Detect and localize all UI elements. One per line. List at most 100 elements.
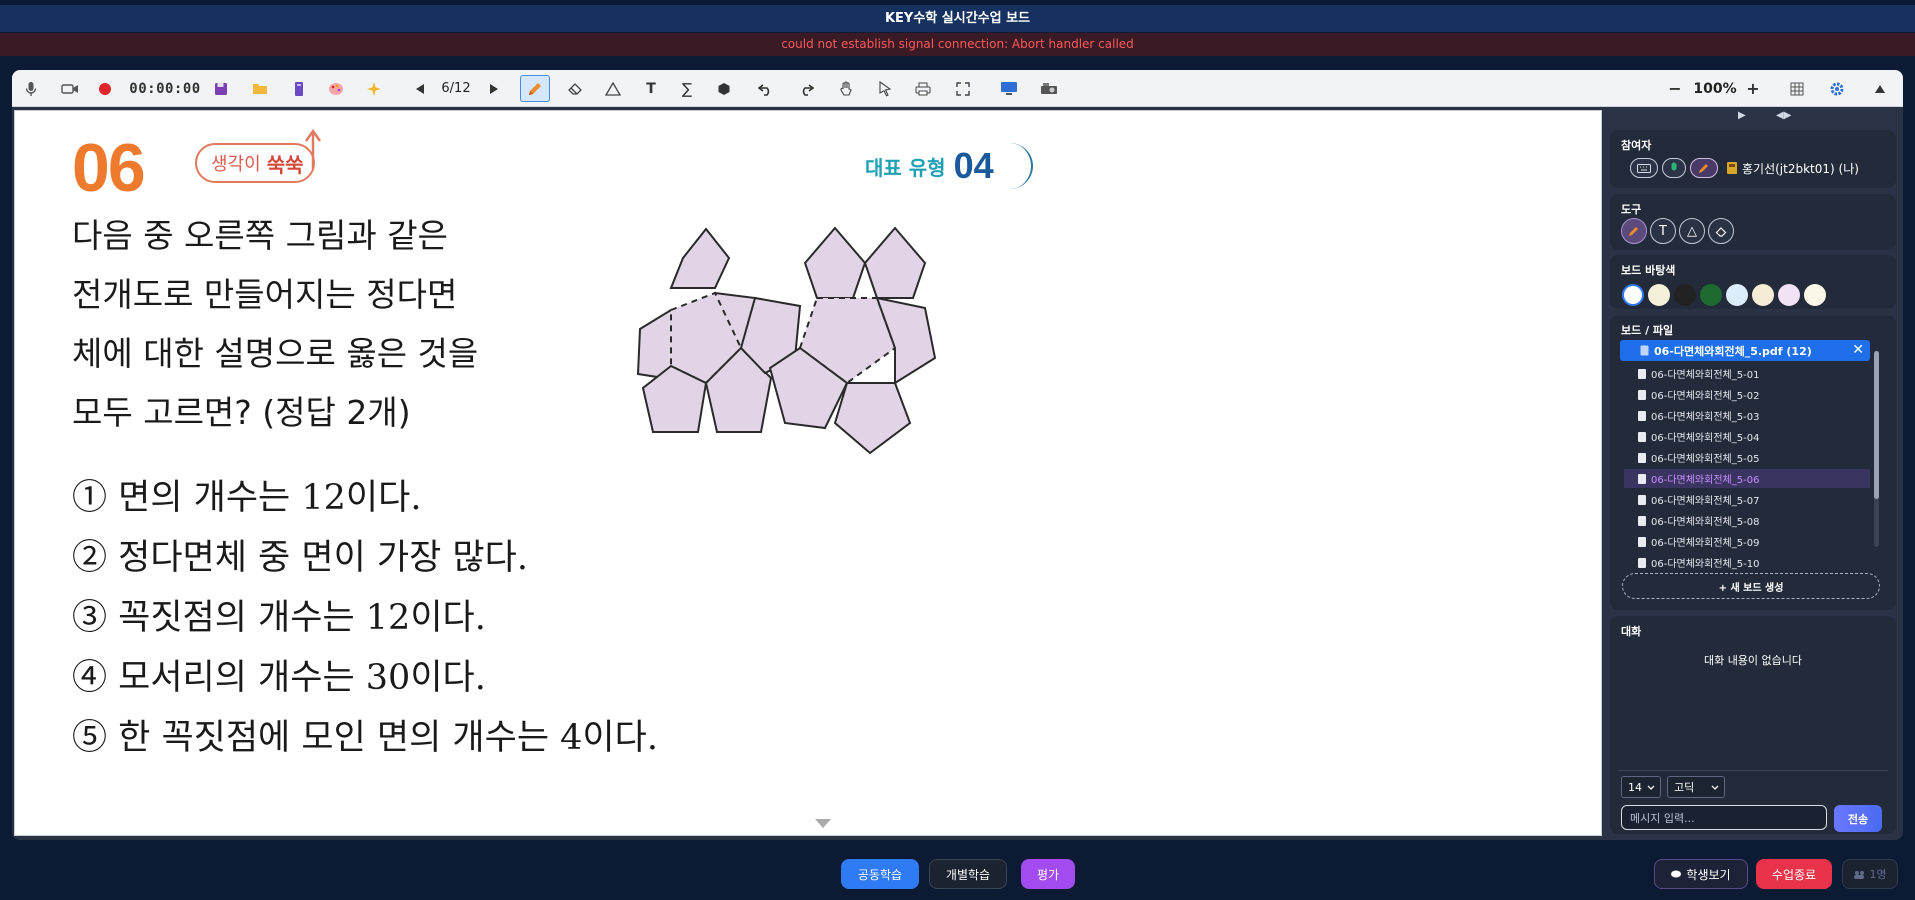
send-button[interactable]: 전송 <box>1834 805 1882 832</box>
doc-icon <box>1638 452 1646 463</box>
bg-swatch-cream[interactable] <box>1648 284 1670 306</box>
bg-swatch-blue[interactable] <box>1726 284 1748 306</box>
pen-icon[interactable] <box>520 75 550 102</box>
record-timer: 00:00:00 <box>129 80 201 97</box>
participant-name: 홍기선(jt2bkt01) (나) <box>1742 162 1859 176</box>
choice-item[interactable]: ⑤ 한 꼭짓점에 모인 면의 개수는 4이다. <box>72 708 658 768</box>
pointer-icon[interactable] <box>876 75 894 102</box>
tool-eraser-icon[interactable] <box>1708 218 1734 244</box>
shape-icon[interactable] <box>602 75 624 102</box>
badge-think: 생각이 쑥쑥 <box>195 128 322 183</box>
board-bg-title: 보드 바탕색 <box>1621 264 1676 277</box>
eraser-icon[interactable] <box>564 75 586 102</box>
file-list-scroll-thumb[interactable] <box>1874 351 1879 499</box>
formula-icon[interactable]: ∑ <box>678 75 696 102</box>
doc-icon <box>1638 368 1646 379</box>
bg-swatch-black[interactable] <box>1674 284 1696 306</box>
close-file-icon[interactable]: ✕ <box>1852 342 1864 358</box>
file-list-item[interactable]: 06-다면체와회전체_5-05 <box>1624 448 1870 467</box>
tool-shape-icon[interactable]: △ <box>1679 218 1705 244</box>
choice-item[interactable]: ② 정다면체 중 면이 가장 많다. <box>72 528 658 588</box>
undo-icon[interactable] <box>756 75 776 102</box>
choice-item[interactable]: ① 면의 개수는 12이다. <box>72 468 658 528</box>
font-size-select[interactable]: 14 <box>1621 776 1661 798</box>
book-icon[interactable] <box>290 75 308 102</box>
pen-permission-icon[interactable] <box>1690 158 1718 178</box>
zoom-out-button[interactable]: − <box>1668 75 1682 102</box>
mic-status-icon[interactable] <box>1662 158 1686 178</box>
bg-swatch-lavender[interactable] <box>1778 284 1800 306</box>
collapse-icon[interactable] <box>1872 75 1888 102</box>
pdf-file-header[interactable]: 06-다면체와회전체_5.pdf (12) ✕ <box>1620 340 1870 361</box>
view-students-button[interactable]: 학생보기 <box>1654 859 1748 889</box>
file-list-item-selected[interactable]: 06-다면체와회전체_5-06 <box>1624 469 1870 488</box>
save-icon[interactable] <box>212 75 230 102</box>
file-list-item[interactable]: 06-다면체와회전체_5-02 <box>1624 385 1870 404</box>
sparkle-icon[interactable] <box>364 75 384 102</box>
grid-icon[interactable] <box>1788 75 1806 102</box>
choices-list: ① 면의 개수는 12이다. ② 정다면체 중 면이 가장 많다. ③ 꼭짓점의… <box>72 468 658 768</box>
file-list-item[interactable]: 06-다면체와회전체_5-08 <box>1624 511 1870 530</box>
hand-icon[interactable] <box>836 75 856 102</box>
record-icon[interactable] <box>96 75 114 102</box>
file-list-item[interactable]: 06-다면체와회전체_5-03 <box>1624 406 1870 425</box>
fullscreen-icon[interactable] <box>952 75 974 102</box>
scroll-down-icon[interactable] <box>815 819 831 828</box>
evaluation-button[interactable]: 평가 <box>1021 859 1075 889</box>
file-list-item[interactable]: 06-다면체와회전체_5-09 <box>1624 532 1870 551</box>
pdf-file-icon <box>1640 345 1649 356</box>
participants-panel: 참여자 홍기선(jt2bkt01) (나) <box>1610 130 1896 188</box>
next-page-icon[interactable] <box>486 75 502 102</box>
tool-pen-icon[interactable] <box>1621 218 1647 244</box>
zoom-level: 100% <box>1693 80 1737 97</box>
sidebar-toggle-icon[interactable]: ▶ <box>1738 110 1746 130</box>
message-input[interactable]: 메시지 입력... <box>1621 805 1827 830</box>
bg-swatch-beige[interactable] <box>1752 284 1774 306</box>
font-family-select[interactable]: 고딕 <box>1667 776 1725 798</box>
app-frame: 00:00:00 6/12 T ∑ − 100% + 06 생각이 쑥쑥 대표 … <box>12 70 1903 840</box>
whiteboard[interactable]: 06 생각이 쑥쑥 대표 유형 04 다음 중 오른쪽 그림과 같은 전개도로 … <box>14 110 1602 836</box>
sidebar-resize-icon[interactable]: ◀▶ <box>1776 110 1791 130</box>
badge-type-label: 대표 유형 <box>865 155 946 180</box>
file-list-item[interactable]: 06-다면체와회전체_5-07 <box>1624 490 1870 509</box>
badge-think-text-2: 쑥쑥 <box>266 152 304 177</box>
bg-swatch-green[interactable] <box>1700 284 1722 306</box>
print-icon[interactable] <box>912 75 934 102</box>
file-list-item[interactable]: 06-다면체와회전체_5-04 <box>1624 427 1870 446</box>
prev-page-icon[interactable] <box>412 75 428 102</box>
camera-icon[interactable] <box>58 75 82 102</box>
window-title: KEY수학 실시간수업 보드 <box>0 5 1915 32</box>
choice-item[interactable]: ④ 모서리의 개수는 30이다. <box>72 648 658 708</box>
font-size-value: 14 <box>1628 780 1642 794</box>
end-class-button[interactable]: 수업종료 <box>1756 859 1832 889</box>
folder-icon[interactable] <box>250 75 270 102</box>
monitor-icon[interactable] <box>998 75 1020 102</box>
keyboard-icon[interactable] <box>1630 158 1658 178</box>
participants-title: 참여자 <box>1621 139 1652 152</box>
error-banner: could not establish signal connection: A… <box>0 33 1915 56</box>
bg-swatch-ivory[interactable] <box>1804 284 1826 306</box>
participant-count: 1명 <box>1842 859 1898 889</box>
pdf-file-name: 06-다면체와회전체_5.pdf (12) <box>1654 344 1812 358</box>
file-list-item[interactable]: 06-다면체와회전체_5-10 <box>1624 553 1870 572</box>
choice-item[interactable]: ③ 꼭짓점의 개수는 12이다. <box>72 588 658 648</box>
tools-title: 도구 <box>1621 203 1642 216</box>
palette-icon[interactable] <box>326 75 346 102</box>
individual-study-button[interactable]: 개별학습 <box>929 859 1007 889</box>
bg-swatch-white[interactable] <box>1622 284 1644 306</box>
text-icon[interactable]: T <box>642 75 660 102</box>
file-list-item[interactable]: 06-다면체와회전체_5-01 <box>1624 364 1870 383</box>
projector-icon[interactable] <box>1038 75 1060 102</box>
eye-icon <box>1671 870 1682 878</box>
chat-panel: 대화 대화 내용이 없습니다 14 고딕 메시지 입력... 전송 <box>1610 616 1896 834</box>
zoom-in-button[interactable]: + <box>1746 75 1760 102</box>
fill-icon[interactable] <box>715 75 733 102</box>
new-board-button[interactable]: + 새 보드 생성 <box>1622 573 1880 599</box>
user-avatar-icon <box>1727 162 1737 174</box>
mic-icon[interactable] <box>20 75 42 102</box>
redo-icon[interactable] <box>796 75 816 102</box>
settings-icon[interactable] <box>1828 75 1846 102</box>
participant-count-label: 1명 <box>1869 868 1887 881</box>
tool-text-icon[interactable]: T <box>1650 218 1676 244</box>
common-study-button[interactable]: 공동학습 <box>841 859 919 889</box>
